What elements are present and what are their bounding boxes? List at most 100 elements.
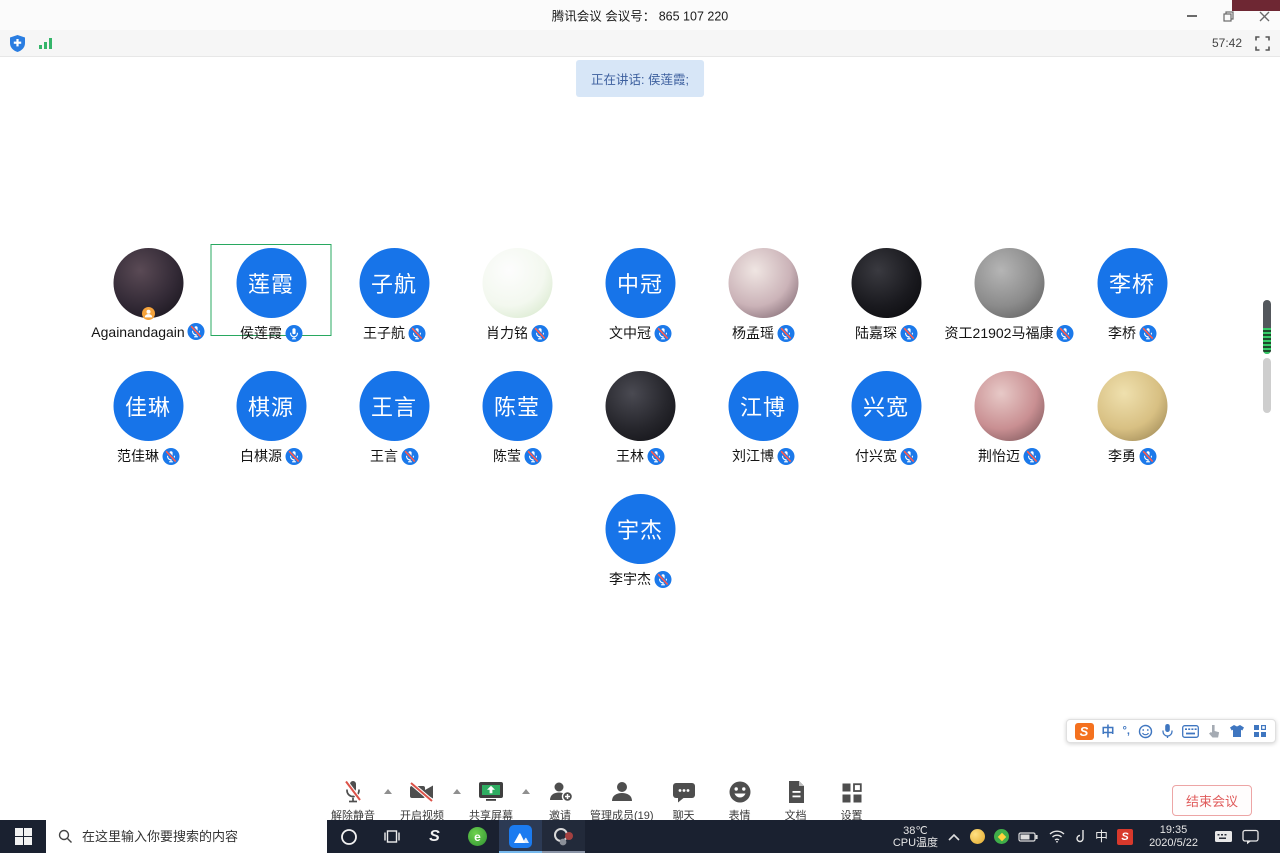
participant-tile[interactable]: 王言 王言 xyxy=(333,367,456,490)
window-title: 腾讯会议 会议号： 865 107 220 xyxy=(551,9,729,24)
network-signal-icon[interactable] xyxy=(1048,829,1066,844)
participant-avatar: 王言 xyxy=(359,371,429,441)
toolbar-button-invite[interactable]: 邀请 xyxy=(532,778,588,823)
toolbar-button-document[interactable]: 文档 xyxy=(768,778,824,823)
audio-device-icon[interactable] xyxy=(1075,829,1086,844)
toolbar-button-camera-off[interactable]: 开启视频 xyxy=(394,778,450,823)
ime-language-tray-icon[interactable]: 中 xyxy=(1095,830,1108,843)
participant-name: 李勇 xyxy=(1108,448,1136,464)
screen-share-options-caret-icon[interactable] xyxy=(519,789,532,794)
mic-status-icon xyxy=(654,570,671,588)
taskbar-app-cortana[interactable] xyxy=(327,820,370,853)
participant-tile[interactable]: 佳琳 范佳琳 xyxy=(87,367,210,490)
skin-icon[interactable] xyxy=(1229,724,1245,738)
toolbar-button-icon xyxy=(727,778,753,805)
toolbox-icon[interactable] xyxy=(1253,724,1267,738)
mic-status-icon xyxy=(408,324,425,342)
toolbar-button-chat[interactable]: 聊天 xyxy=(656,778,712,823)
camera-off-options-caret-icon[interactable] xyxy=(450,789,463,794)
participant-tile[interactable]: 肖力铭 xyxy=(456,244,579,367)
participant-tile[interactable]: 王林 xyxy=(579,367,702,490)
network-quality-icon[interactable] xyxy=(38,36,54,50)
participant-grid: Againandagain 莲霞 侯莲霞 子航 王子航 肖力铭 中冠 文中冠 杨… xyxy=(87,244,1194,613)
fullscreen-icon[interactable] xyxy=(1255,35,1270,51)
mic-status-icon xyxy=(524,447,541,465)
mic-status-icon xyxy=(647,447,664,465)
hidden-icons-chevron-icon[interactable] xyxy=(947,832,961,842)
toolbar-button-screen-share[interactable]: 共享屏幕 xyxy=(463,778,519,823)
participant-tile[interactable]: 莲霞 侯莲霞 xyxy=(210,244,333,367)
participant-tile[interactable]: 宇杰 李宇杰 xyxy=(579,490,702,613)
end-meeting-button[interactable]: 结束会议 xyxy=(1171,785,1252,816)
chinese-mode-icon[interactable]: 中 xyxy=(1102,725,1115,738)
participant-tile[interactable]: 兴宽 付兴宽 xyxy=(825,367,948,490)
meeting-security-shield-icon[interactable] xyxy=(10,34,25,52)
taskbar-search-box[interactable] xyxy=(46,820,327,853)
search-input[interactable] xyxy=(82,829,307,844)
participant-tile[interactable]: 李桥 李桥 xyxy=(1071,244,1194,367)
participant-tile[interactable]: 李勇 xyxy=(1071,367,1194,490)
toolbar-button-icon xyxy=(840,778,864,805)
taskbar-app-task-view[interactable] xyxy=(370,820,413,853)
scrollbar-thumb[interactable] xyxy=(1263,300,1271,354)
toolbar-button-settings[interactable]: 设置 xyxy=(824,778,880,823)
sogou-logo-icon[interactable]: S xyxy=(1074,722,1094,740)
restore-button[interactable] xyxy=(1222,10,1234,22)
mic-muted-options-caret-icon[interactable] xyxy=(381,789,394,794)
input-indicator-icon[interactable] xyxy=(1214,829,1233,844)
participant-avatar xyxy=(482,248,552,318)
participant-tile[interactable]: Againandagain xyxy=(87,244,210,367)
security-gold-tray-icon[interactable] xyxy=(970,829,986,844)
participant-tile[interactable]: 荆怡迈 xyxy=(948,367,1071,490)
participant-name: 肖力铭 xyxy=(486,325,528,341)
participant-tile[interactable]: 陆嘉琛 xyxy=(825,244,948,367)
participant-tile[interactable]: 陈莹 陈莹 xyxy=(456,367,579,490)
participant-name: 杨孟瑶 xyxy=(732,325,774,341)
participant-avatar: 兴宽 xyxy=(851,371,921,441)
participant-name: 陈莹 xyxy=(493,448,521,464)
mic-status-icon xyxy=(187,323,205,340)
participant-tile[interactable]: 棋源 白棋源 xyxy=(210,367,333,490)
participant-tile[interactable]: 中冠 文中冠 xyxy=(579,244,702,367)
taskbar-app-tencent-meeting[interactable] xyxy=(499,820,542,853)
participant-tile[interactable]: 子航 王子航 xyxy=(333,244,456,367)
handwriting-icon[interactable] xyxy=(1207,724,1221,739)
toolbar-button-icon xyxy=(784,778,808,805)
scrollbar-track[interactable] xyxy=(1263,358,1271,413)
cpu-temperature-widget[interactable]: 38℃ CPU温度 xyxy=(893,825,938,849)
participant-tile[interactable]: 资工21902马福康 xyxy=(945,244,1074,367)
meeting-timer: 57:42 xyxy=(1211,36,1242,50)
clock-time: 19:35 xyxy=(1159,823,1188,836)
toolbar-button-members[interactable]: 管理成员(19) xyxy=(588,778,656,823)
battery-icon[interactable] xyxy=(1018,829,1039,845)
meeting-toolbar: 解除静音 开启视频 共享屏幕 邀请 管理成员(19) 聊天 表情 文档 设置 结… xyxy=(0,775,1280,823)
clock-date: 2020/5/22 xyxy=(1149,836,1198,849)
taskbar-app-sogou[interactable]: S xyxy=(413,820,456,853)
emoji-picker-icon[interactable] xyxy=(1138,724,1153,739)
close-button[interactable] xyxy=(1258,10,1270,22)
volume-level-stripes xyxy=(1263,328,1271,354)
participant-tile[interactable]: 江博 刘江博 xyxy=(702,367,825,490)
mic-status-icon xyxy=(777,447,794,465)
sogou-tray-icon[interactable]: S xyxy=(1117,828,1134,845)
taskbar-app-browser[interactable]: e xyxy=(456,820,499,853)
start-button[interactable] xyxy=(0,820,46,853)
participant-name: 王林 xyxy=(616,448,644,464)
voice-input-icon[interactable] xyxy=(1161,723,1174,739)
punctuation-icon[interactable]: °, xyxy=(1123,725,1130,737)
antivirus-green-tray-icon[interactable] xyxy=(994,829,1010,844)
action-center-icon[interactable] xyxy=(1242,829,1259,845)
participant-name: 付兴宽 xyxy=(855,448,897,464)
participant-tile[interactable]: 杨孟瑶 xyxy=(702,244,825,367)
windows-taskbar: S e 38℃ CPU温度 中 S 19:35 2020/5/22 xyxy=(0,820,1280,853)
speaking-banner: 正在讲话: 侯莲霞; xyxy=(576,60,704,97)
taskbar-app-misc[interactable] xyxy=(542,820,585,853)
participant-name: 王子航 xyxy=(363,325,405,341)
toolbar-button-emoji-face[interactable]: 表情 xyxy=(712,778,768,823)
participant-name: 李桥 xyxy=(1108,325,1136,341)
search-icon xyxy=(58,829,73,844)
taskbar-clock[interactable]: 19:35 2020/5/22 xyxy=(1149,824,1198,850)
minimize-button[interactable] xyxy=(1186,10,1198,22)
toolbar-button-mic-muted[interactable]: 解除静音 xyxy=(325,778,381,823)
soft-keyboard-icon[interactable] xyxy=(1182,724,1199,738)
